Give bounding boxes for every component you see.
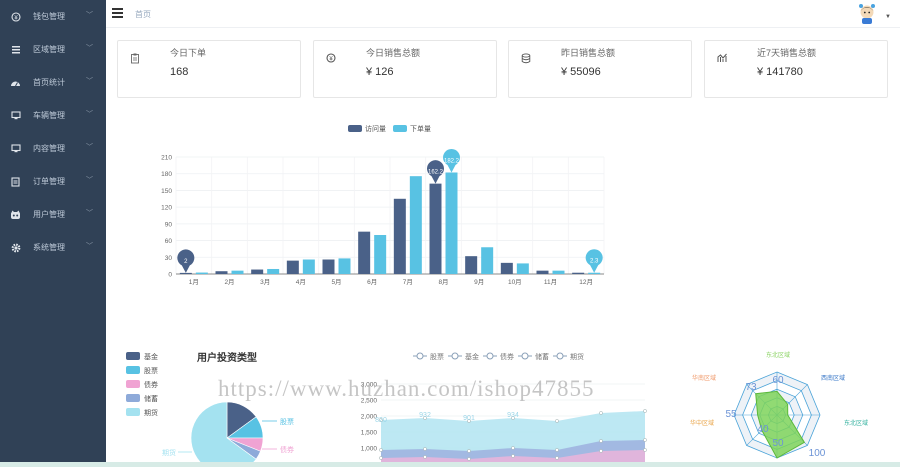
- radar-indicator-label: 东北区域: [844, 419, 868, 427]
- radar-indicator-label: 东北区域: [766, 351, 790, 359]
- bottom-scroll-strip[interactable]: [0, 462, 900, 467]
- radar-value-label: 60: [772, 375, 784, 386]
- radar-indicator-label: 西南区域: [821, 374, 845, 382]
- radar-value-label: 40: [757, 424, 769, 435]
- radar-indicator-label: 华南区域: [692, 374, 716, 382]
- radar-chart: 东北区域华南区域华中区域西南区域东北区域6073554050100: [690, 351, 868, 459]
- radar-value-label: 100: [809, 448, 826, 459]
- radar-value-label: 73: [745, 382, 757, 393]
- radar-value-label: 55: [725, 409, 737, 420]
- radar-value-label: 50: [772, 438, 784, 449]
- radar-indicator-label: 华中区域: [690, 419, 714, 427]
